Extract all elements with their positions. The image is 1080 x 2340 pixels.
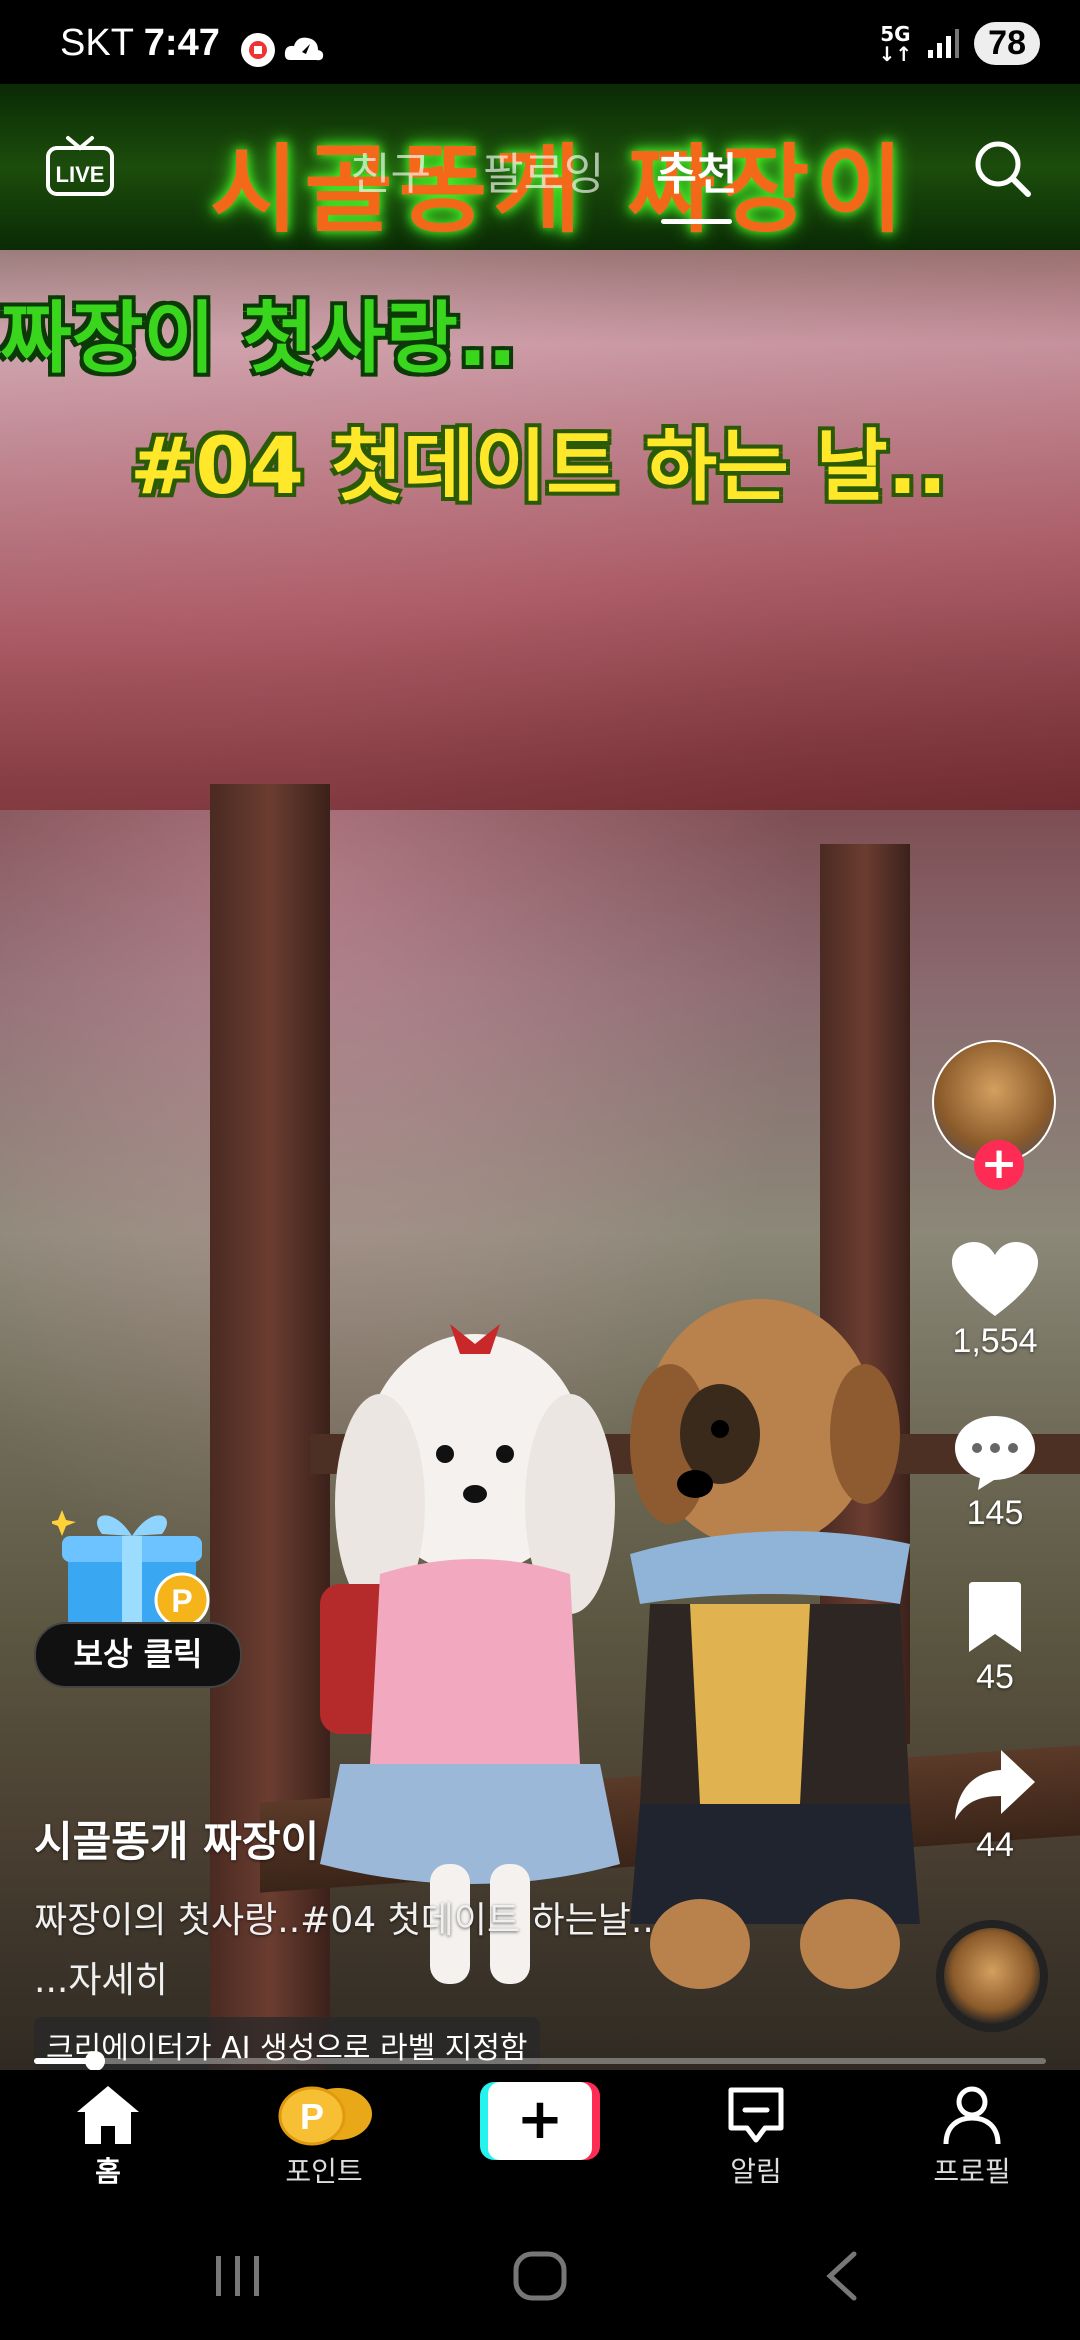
status-right-cluster: 5G ↓↑ 78	[879, 22, 1040, 65]
tab-friends[interactable]: 친구	[350, 138, 431, 202]
profile-person-icon[interactable]	[941, 2084, 1003, 2146]
follow-plus-button[interactable]: +	[974, 1140, 1024, 1190]
video-description[interactable]: 짜장이의 첫사랑..#04 첫데이트 하는날..	[34, 1891, 834, 1943]
nav-points[interactable]: P 포인트	[244, 2084, 404, 2190]
battery-level: 78	[974, 22, 1040, 65]
nav-inbox[interactable]: 알림	[676, 2084, 836, 2190]
nav-profile[interactable]: 프로필	[892, 2084, 1052, 2190]
coins-icon[interactable]: P	[272, 2084, 376, 2146]
creator-avatar-button[interactable]: +	[932, 1040, 1056, 1190]
share-button[interactable]: 44	[910, 1746, 1080, 1865]
video-title-line-1: 짜장이 첫사랑..	[0, 294, 517, 384]
creator-name[interactable]: 시골똥개 짜장이	[34, 1808, 834, 1869]
save-button[interactable]: 45	[910, 1580, 1080, 1697]
nav-profile-label: 프로필	[933, 2155, 1011, 2188]
signal-icon	[928, 28, 960, 58]
nav-home[interactable]: 홈	[28, 2084, 188, 2190]
nav-points-label: 포인트	[285, 2155, 363, 2188]
ai-generated-label: 크리에이터가 AI 생성으로 라벨 지정함	[34, 2017, 540, 2073]
home-icon[interactable]	[75, 2084, 141, 2146]
feed-tabs: 친구 팔로잉 추천	[350, 138, 737, 224]
reward-label[interactable]: 보상 클릭	[34, 1622, 242, 1688]
tab-following[interactable]: 팔로잉	[483, 138, 604, 202]
network-type: 5G ↓↑	[878, 21, 913, 66]
music-disc-button[interactable]	[936, 1920, 1048, 2032]
carrier-label: SKT	[60, 22, 134, 64]
cloud-notification-icon	[284, 37, 324, 61]
status-carrier-time: SKT 7:47	[60, 22, 220, 65]
heart-icon[interactable]	[950, 1240, 1040, 1320]
status-bar: SKT 7:47 5G ↓↑ 78	[0, 0, 1080, 84]
playback-progress-bar[interactable]	[34, 2051, 1046, 2071]
svg-text:P: P	[300, 2096, 324, 2137]
nav-home-label: 홈	[95, 2155, 121, 2188]
like-count: 1,554	[952, 1322, 1038, 1360]
share-arrow-icon[interactable]	[953, 1746, 1037, 1824]
tab-for-you[interactable]: 추천	[656, 138, 737, 224]
save-count: 45	[976, 1658, 1014, 1696]
clock: 7:47	[143, 22, 220, 64]
bottom-navigation: 홈 P 포인트 + 알림 프로필	[0, 2070, 1080, 2210]
reward-widget[interactable]: P 보상 클릭	[34, 1490, 244, 1690]
inbox-message-icon[interactable]	[725, 2084, 787, 2146]
progress-handle[interactable]	[84, 2051, 105, 2071]
notification-app-icon	[241, 33, 275, 67]
gift-box-icon[interactable]: P	[52, 1500, 212, 1630]
bookmark-icon[interactable]	[963, 1580, 1027, 1656]
svg-text:P: P	[171, 1583, 192, 1619]
system-navigation-bar	[0, 2210, 1080, 2340]
share-count: 44	[976, 1826, 1014, 1864]
nav-inbox-label: 알림	[730, 2155, 782, 2188]
svg-text:LIVE: LIVE	[56, 162, 105, 187]
comment-count: 145	[966, 1494, 1024, 1532]
search-icon[interactable]	[970, 136, 1034, 200]
comment-button[interactable]: 145	[910, 1412, 1080, 1533]
see-more-link[interactable]: ...자세히	[34, 1951, 834, 2003]
video-title-line-2: #04 첫데이트 하는 날..	[130, 422, 947, 512]
like-button[interactable]: 1,554	[910, 1240, 1080, 1361]
video-caption: 시골똥개 짜장이 짜장이의 첫사랑..#04 첫데이트 하는날.. ...자세히…	[34, 1808, 834, 2073]
home-system-icon[interactable]	[510, 2250, 570, 2302]
create-button[interactable]: +	[480, 2082, 600, 2160]
comment-icon[interactable]	[952, 1412, 1038, 1492]
back-icon[interactable]	[820, 2250, 864, 2302]
live-tv-icon[interactable]: LIVE	[44, 130, 116, 202]
top-navigation: LIVE 친구 팔로잉 추천	[0, 84, 1080, 250]
recent-apps-icon[interactable]	[210, 2250, 266, 2302]
plus-icon[interactable]: +	[488, 2082, 592, 2160]
